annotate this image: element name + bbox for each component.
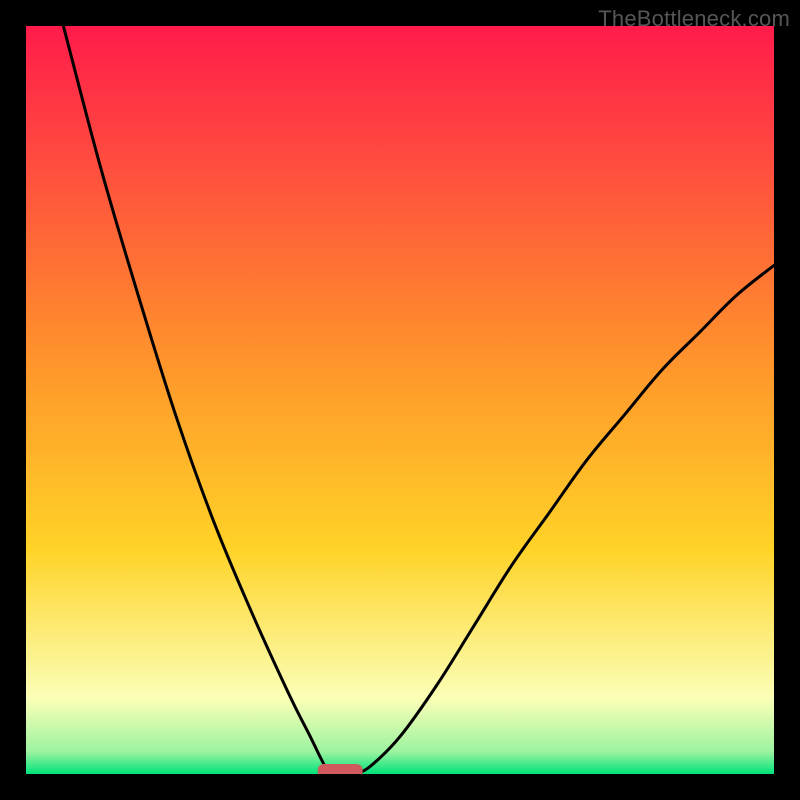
chart-svg [26, 26, 774, 774]
plot-area [26, 26, 774, 774]
gradient-background [26, 26, 774, 774]
chart-frame: TheBottleneck.com [0, 0, 800, 800]
watermark-text: TheBottleneck.com [598, 6, 790, 32]
optimal-marker [318, 764, 363, 774]
